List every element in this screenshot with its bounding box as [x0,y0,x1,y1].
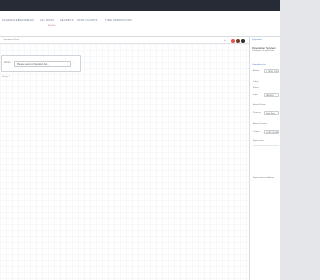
row-label: Action [253,70,260,72]
canvas-node-caption: Action 1 [2,76,10,78]
row-label: Output [253,131,260,133]
divider [253,145,279,146]
row-label: Event [253,87,259,89]
canvas-grid[interactable]: Action Please select a Operation Act... … [0,44,249,280]
flow-node-card[interactable]: Action Please select a Operation Act... … [1,55,81,72]
tab-time-operations[interactable]: TIME OPERATIONS [105,19,132,22]
row-label: Action Name [253,104,266,106]
canvas-toolbar: Operations Flow ⊕ [0,37,249,44]
row-label: Label [253,81,259,83]
row-label: Action Version [253,123,267,125]
properties-panel: Properties Operation System Configure an… [249,37,280,280]
row-input[interactable]: PARENT [264,93,279,97]
status-dot-brown[interactable] [236,38,240,43]
row-label: Expression [253,140,264,142]
status-dot-dark[interactable] [241,38,245,43]
tab-star-counts[interactable]: STAR COUNTS [77,19,98,22]
flow-canvas-area: Operations Flow ⊕ Action Please select a… [0,37,249,280]
tab-schedules[interactable]: SCHEDULES [2,19,20,22]
row-label: Process [253,112,261,114]
panel-tab-properties[interactable]: Properties [252,39,262,41]
canvas-toolbar-label: Operations Flow [3,39,19,41]
tab-secrets[interactable]: SECRETS [60,19,74,22]
breadcrumb: RULES [48,25,56,27]
operation-select[interactable]: Please select a Operation Act... [14,61,71,67]
zoom-icon[interactable]: ⊕ [224,39,226,42]
tab-all-runs[interactable]: ALL RUNS [40,19,54,22]
panel-subtitle: Configure an operation [252,50,275,52]
row-label: Expression conditions [253,177,275,179]
row-label: Input [253,94,258,96]
status-dot-red[interactable] [231,38,235,43]
panel-section-label: Operations list [252,64,266,66]
row-input[interactable]: Start Step [264,111,279,115]
secondary-nav: SCHEDULES VARIABLES ALL RUNS SECRETS STA… [0,11,280,37]
row-input[interactable]: CUSTOM VALUE [264,130,279,134]
node-label: Action [4,62,11,64]
row-input[interactable]: 1_NEW_STEP [264,69,279,73]
tab-variables[interactable]: VARIABLES [18,19,34,22]
top-app-bar [0,0,280,11]
chevron-down-icon[interactable]: ⌄ [73,61,75,64]
